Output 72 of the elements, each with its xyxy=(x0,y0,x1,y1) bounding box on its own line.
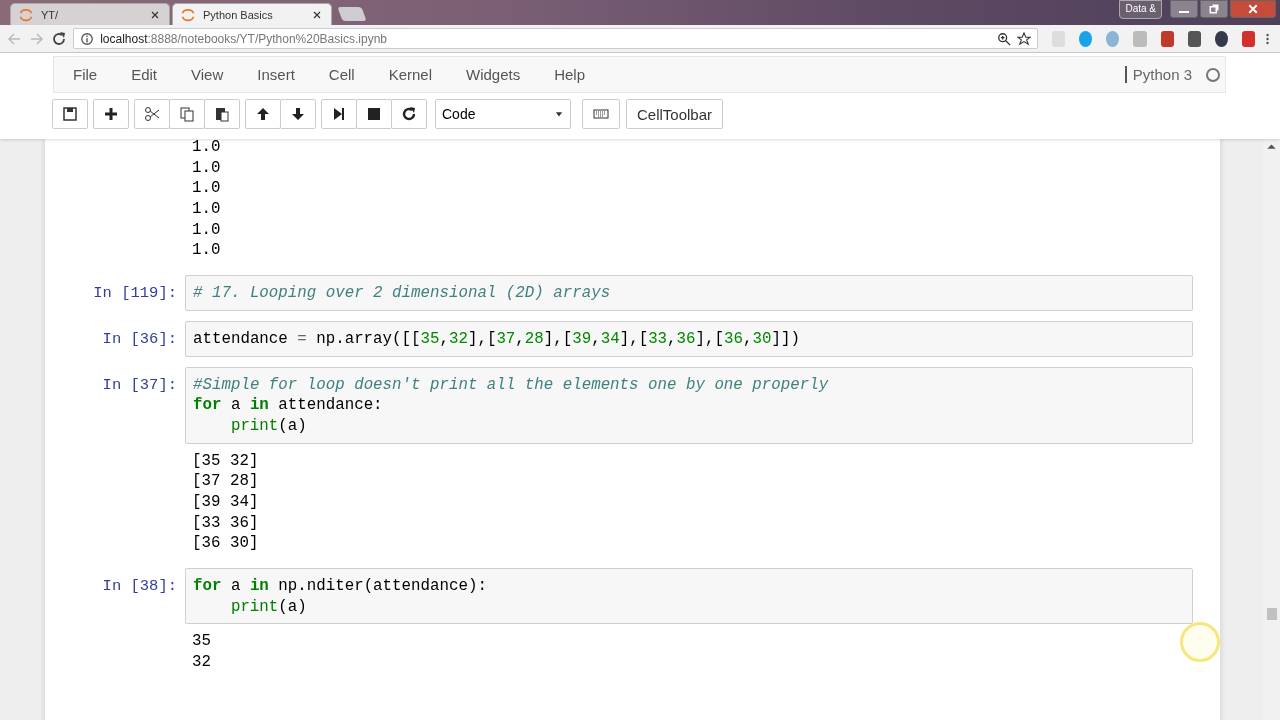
star-icon xyxy=(1017,31,1032,46)
menu-item[interactable]: File xyxy=(73,65,98,84)
reload-icon xyxy=(50,30,67,47)
scissors-button[interactable] xyxy=(134,99,170,129)
code-cell[interactable]: # 17. Looping over 2 dimensional (2D) arrays xyxy=(185,275,1193,311)
address-bar[interactable]: localhost:8888/notebooks/YT/Python%20Basics.ipynb xyxy=(73,28,1039,49)
browser-tab[interactable]: Python Basics xyxy=(172,3,332,25)
forward-arrow-icon xyxy=(28,30,45,47)
celltoolbar-button[interactable]: CellToolbar xyxy=(626,99,724,129)
keyboard-button[interactable] xyxy=(582,99,620,129)
code-line: #Simple for loop doesn't print all the elements one by one properly xyxy=(193,374,830,396)
scissors-icon xyxy=(144,106,160,122)
plus-icon xyxy=(103,106,119,122)
close-button[interactable] xyxy=(1230,0,1276,18)
profile-button[interactable]: Data & xyxy=(1119,0,1162,19)
menu-item[interactable]: View xyxy=(191,65,224,84)
cursor-highlight xyxy=(1180,622,1220,662)
save-icon xyxy=(62,106,78,122)
paste-button[interactable] xyxy=(204,99,240,129)
menu-item[interactable]: Widgets xyxy=(466,65,521,84)
code-line: attendance = np.array([[35,32],[37,28],[39,34],[33,36],[36,30]]) xyxy=(193,328,801,350)
input-prompt: In [38]: xyxy=(101,576,178,597)
arrow-up-icon xyxy=(255,106,271,122)
restart-icon xyxy=(401,106,417,122)
input-prompt: In [119]: xyxy=(92,283,178,305)
code-line: for a in np.nditer(attendance): xyxy=(193,576,488,597)
menu-item[interactable]: Help xyxy=(554,65,586,84)
restart-button[interactable] xyxy=(391,99,427,129)
dropdown-caret-icon xyxy=(554,109,564,119)
kernel-name: Python 3 xyxy=(1124,66,1192,83)
menu-item[interactable]: Insert xyxy=(257,65,295,84)
back-arrow-icon xyxy=(6,30,23,47)
input-prompt: In [37]: xyxy=(101,374,178,396)
cell-type-dropdown[interactable]: Code xyxy=(435,99,571,129)
maximize-button[interactable] xyxy=(1200,0,1228,18)
plus-button[interactable] xyxy=(93,99,129,129)
cell-output: 35 32 xyxy=(191,631,212,674)
jupyter-logo-icon xyxy=(19,7,33,22)
info-icon xyxy=(80,31,95,46)
restore-icon xyxy=(1208,3,1220,15)
copy-icon xyxy=(179,106,195,122)
code-line: print(a) xyxy=(229,596,308,618)
browser-tab[interactable]: YT/ xyxy=(10,3,170,25)
zoom-icon xyxy=(997,31,1012,46)
jupyter-logo-icon xyxy=(181,7,195,22)
close-icon xyxy=(1247,3,1259,15)
minimize-icon xyxy=(1179,11,1189,13)
scrollbar-thumb[interactable] xyxy=(1267,608,1277,620)
run-button[interactable] xyxy=(321,99,357,129)
stop-icon xyxy=(366,106,382,122)
arrow-down-icon xyxy=(290,106,306,122)
keyboard-icon xyxy=(593,106,609,122)
arrow-down-button[interactable] xyxy=(280,99,316,129)
code-line: # 17. Looping over 2 dimensional (2D) arrays xyxy=(193,283,612,304)
run-icon xyxy=(331,106,347,122)
cell-output: 1.0 1.0 1.0 1.0 1.0 1.0 xyxy=(191,137,222,262)
code-cell[interactable]: for a in np.nditer(attendance): print(a) xyxy=(185,568,1193,625)
save-button[interactable] xyxy=(52,99,88,129)
stop-button[interactable] xyxy=(356,99,392,129)
cell-output: [35 32] [37 28] [39 34] [33 36] [36 30] xyxy=(191,450,260,555)
code-cell[interactable]: attendance = np.array([[35,32],[37,28],[39,34],[33,36],[36,30]]) xyxy=(185,320,1193,357)
code-cell[interactable]: #Simple for loop doesn't print all the elements one by one properly for a in attendance: print(a) xyxy=(185,366,1193,444)
menu-item[interactable]: Edit xyxy=(131,65,158,84)
menu-item[interactable]: Cell xyxy=(328,65,355,84)
new-tab-button[interactable] xyxy=(337,7,367,21)
code-line: for a in attendance: xyxy=(193,395,384,416)
paste-icon xyxy=(214,106,230,122)
minimize-button[interactable] xyxy=(1170,0,1198,18)
menu-item[interactable]: Kernel xyxy=(388,65,432,84)
input-prompt: In [36]: xyxy=(101,328,178,350)
code-line: print(a) xyxy=(229,415,308,437)
arrow-up-button[interactable] xyxy=(245,99,281,129)
